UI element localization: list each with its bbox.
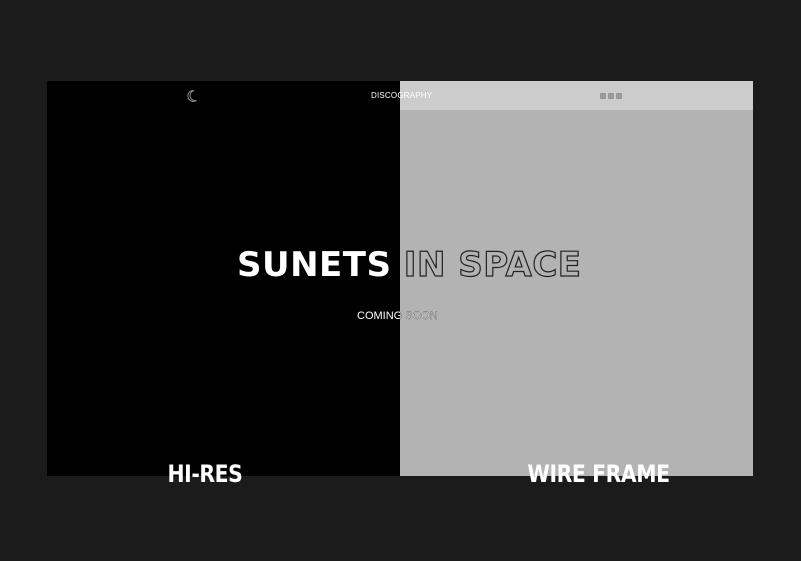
hero-title: SUNETS IN SPACE	[237, 245, 400, 285]
nav-wireframe: DISCOGRAPHY	[400, 81, 753, 110]
caption-wire-frame: WIRE FRAME	[527, 460, 670, 488]
hero-title-wireframe-part: SUNETS IN SPACE	[400, 241, 753, 291]
hero-title-outline: SUNETS IN SPACE	[400, 244, 582, 285]
caption-hi-res: HI-RES	[167, 460, 243, 488]
hero-subtitle-outline: COMING SOON	[400, 310, 438, 322]
nav-link-discography-wireframe[interactable]: DISCOGRAPHY	[400, 91, 432, 100]
hero-subtitle-hires-part: COMING SOON	[47, 308, 400, 324]
presentation-frame: DISCOGRAPHY DISCOGRAPHY SUNETS IN SPACE …	[0, 0, 801, 561]
nav-link-discography[interactable]: DISCOGRAPHY	[371, 91, 400, 100]
hero-title-hires-part: SUNETS IN SPACE	[47, 241, 400, 291]
website-mockup: DISCOGRAPHY DISCOGRAPHY SUNETS IN SPACE …	[47, 81, 753, 476]
hero-subtitle: COMING SOON	[357, 310, 400, 322]
hero-subtitle-wireframe-part: COMING SOON	[400, 308, 753, 324]
nav-hires: DISCOGRAPHY	[47, 81, 400, 110]
